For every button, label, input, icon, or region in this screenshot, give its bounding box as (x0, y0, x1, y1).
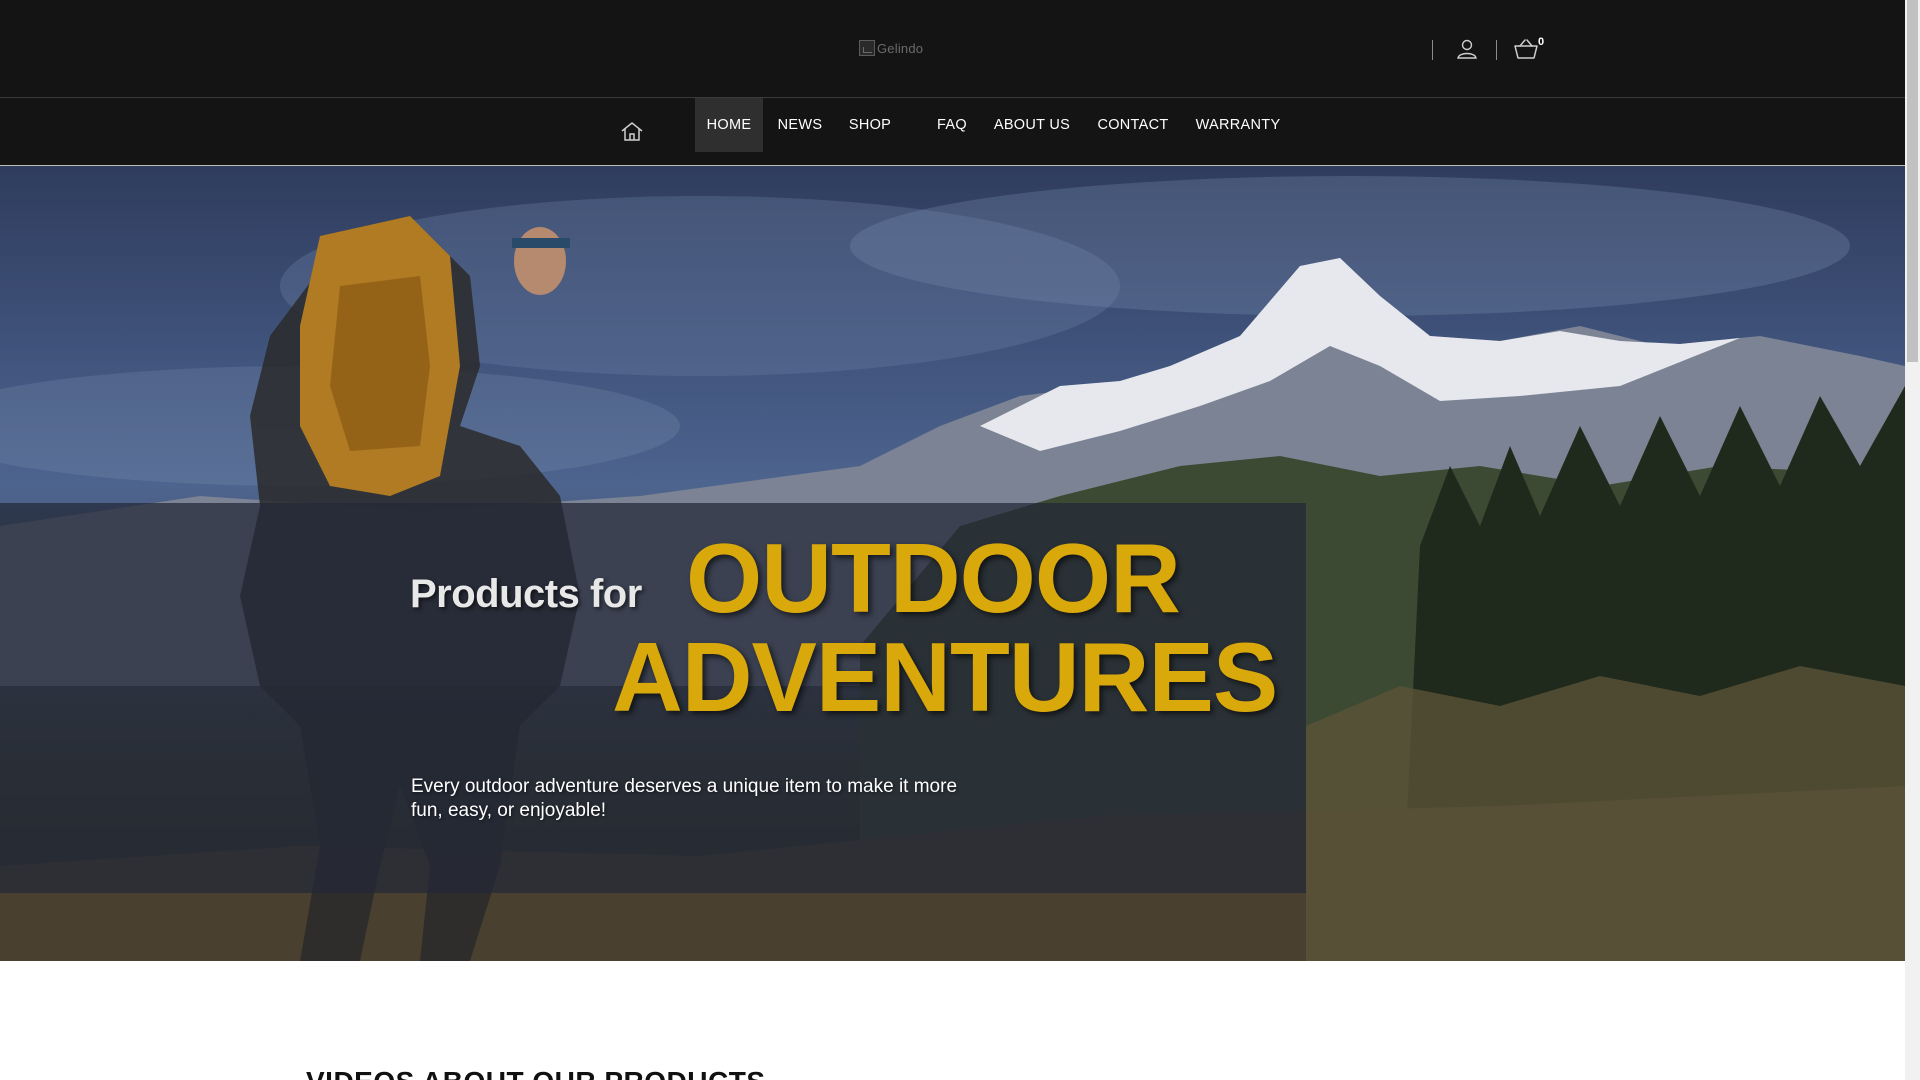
page: Gelindo 0 HOME NEWS SHOP FAQ ABOUT US CO… (0, 0, 1920, 1080)
hero-headline-line1: OUTDOOR (686, 523, 1181, 633)
nav-item-news[interactable]: NEWS (768, 98, 832, 152)
scrollbar-thumb[interactable] (1907, 0, 1918, 362)
hero-headline-line2: ADVENTURES (612, 622, 1278, 732)
cart-count-badge: 0 (1538, 36, 1545, 48)
home-icon[interactable] (620, 120, 644, 142)
hero-subtitle: Every outdoor adventure deserves a uniqu… (411, 776, 958, 821)
top-header: Gelindo 0 (0, 0, 1905, 98)
nav-item-about-us[interactable]: ABOUT US (990, 98, 1074, 152)
nav-item-warranty[interactable]: WARRANTY (1192, 98, 1284, 152)
nav-item-faq[interactable]: FAQ (930, 98, 974, 152)
hero-kicker: Products for (410, 572, 642, 616)
header-divider (1496, 40, 1497, 60)
main-nav: HOME NEWS SHOP FAQ ABOUT US CONTACT WARR… (0, 98, 1905, 166)
hero-banner: Products for OUTDOOR ADVENTURES Every ou… (0, 166, 1905, 961)
nav-item-home[interactable]: HOME (695, 98, 763, 152)
broken-image-icon (859, 40, 875, 56)
nav-item-contact[interactable]: CONTACT (1090, 98, 1176, 152)
header-divider (1432, 40, 1433, 60)
cart-icon[interactable] (1513, 37, 1539, 61)
user-icon[interactable] (1456, 38, 1478, 60)
site-logo[interactable]: Gelindo (859, 40, 923, 56)
section-heading-videos: VIDEOS ABOUT OUR PRODUCTS (306, 1066, 766, 1080)
nav-item-shop[interactable]: SHOP (840, 98, 900, 152)
logo-alt-text: Gelindo (877, 40, 924, 56)
